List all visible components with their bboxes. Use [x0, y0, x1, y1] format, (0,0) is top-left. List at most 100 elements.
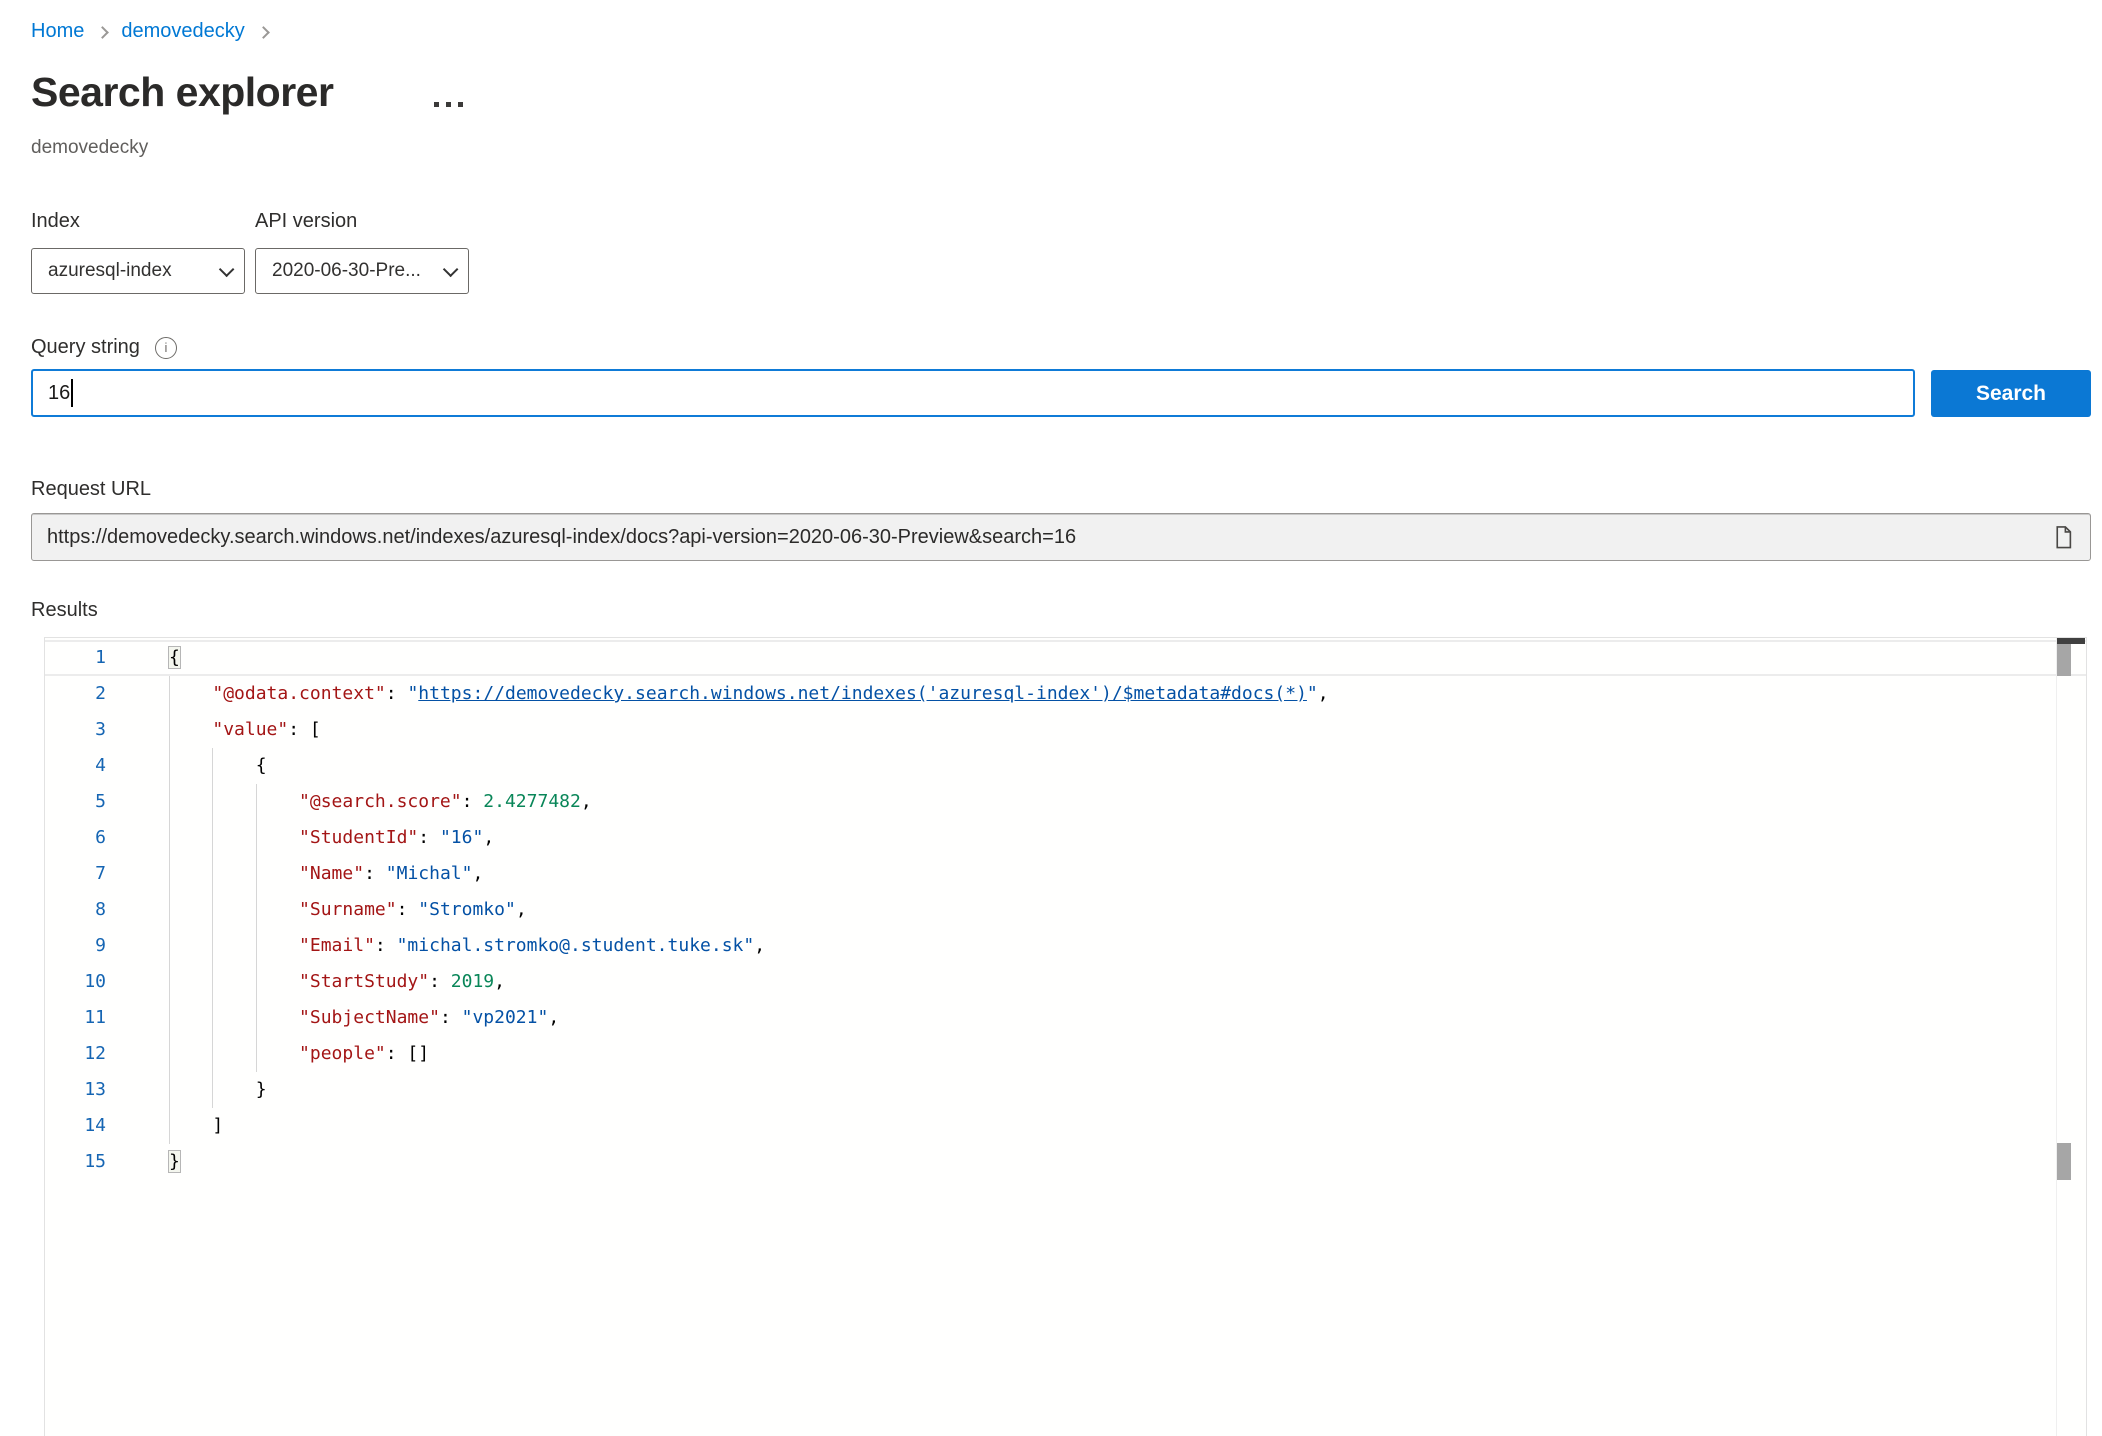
indent-guide: [256, 820, 257, 856]
code-token: "Michal": [386, 863, 473, 884]
code-content: "StudentId": "16",: [106, 820, 2086, 856]
code-line: 14 ]: [45, 1108, 2086, 1144]
code-token: "StartStudy": [299, 971, 429, 992]
indent-guide: [169, 712, 170, 748]
code-content: "StartStudy": 2019,: [106, 964, 2086, 1000]
code-content: }: [106, 1144, 2086, 1180]
code-token: :: [375, 935, 397, 956]
code-line: 7 "Name": "Michal",: [45, 856, 2086, 892]
code-token: "Name": [299, 863, 364, 884]
search-button[interactable]: Search: [1931, 370, 2091, 417]
code-line: 1{: [45, 640, 2086, 676]
query-string-value: 16: [48, 382, 70, 405]
code-content: "@odata.context": "https://demovedecky.s…: [106, 676, 2086, 712]
page-title: Search explorer: [31, 69, 333, 116]
code-token: ": [407, 683, 418, 704]
indent-guide: [169, 820, 170, 856]
indent-guide: [169, 748, 170, 784]
query-string-label: Query string: [31, 336, 140, 359]
code-token: :: [397, 899, 419, 920]
chevron-down-icon: [443, 261, 459, 277]
indent-guide: [212, 856, 213, 892]
code-lines: 1{2 "@odata.context": "https://demovedec…: [45, 638, 2086, 1180]
code-text: "value": [: [169, 719, 321, 740]
line-number: 2: [45, 676, 106, 712]
query-string-input[interactable]: 16: [31, 369, 1915, 417]
code-text: "people": []: [169, 1043, 429, 1064]
text-cursor: [71, 379, 73, 407]
chevron-right-icon: [96, 26, 109, 39]
code-content: "@search.score": 2.4277482,: [106, 784, 2086, 820]
indent-guide: [212, 748, 213, 784]
code-text: ]: [169, 1115, 223, 1136]
code-text: }: [169, 1151, 180, 1172]
code-line: 5 "@search.score": 2.4277482,: [45, 784, 2086, 820]
index-dropdown[interactable]: azuresql-index: [31, 248, 245, 294]
code-line: 11 "SubjectName": "vp2021",: [45, 1000, 2086, 1036]
scrollbar-thumb[interactable]: [2057, 1143, 2071, 1180]
indent-guide: [212, 892, 213, 928]
api-version-label: API version: [255, 210, 357, 233]
indent-guide: [169, 1000, 170, 1036]
results-json-editor[interactable]: 1{2 "@odata.context": "https://demovedec…: [44, 637, 2087, 1436]
code-token: "Surname": [299, 899, 397, 920]
code-token: ,: [494, 971, 505, 992]
indent-guide: [212, 784, 213, 820]
code-token: }: [256, 1079, 267, 1100]
code-text: {: [169, 755, 267, 776]
code-token: ": [1307, 683, 1318, 704]
code-content: "value": [: [106, 712, 2086, 748]
code-text: {: [169, 647, 180, 668]
indent-guide: [212, 1000, 213, 1036]
line-number: 6: [45, 820, 106, 856]
code-token: "16": [440, 827, 483, 848]
code-token: ,: [548, 1007, 559, 1028]
line-number: 15: [45, 1144, 106, 1180]
code-content: "Name": "Michal",: [106, 856, 2086, 892]
indent-guide: [256, 892, 257, 928]
code-token: :: [462, 791, 484, 812]
code-text: }: [169, 1079, 267, 1100]
copy-button[interactable]: [2051, 523, 2076, 552]
results-label: Results: [31, 599, 98, 622]
code-line: 15}: [45, 1144, 2086, 1180]
code-token: :: [364, 863, 386, 884]
code-token: : [: [288, 719, 321, 740]
api-version-dropdown[interactable]: 2020-06-30-Pre...: [255, 248, 469, 294]
request-url-label: Request URL: [31, 478, 151, 501]
code-token: :: [418, 827, 440, 848]
code-token: :: [429, 971, 451, 992]
overview-ruler-border: [2056, 638, 2057, 1436]
info-icon[interactable]: i: [155, 337, 177, 359]
indent-guide: [212, 1036, 213, 1072]
query-string-label-row: Query string i: [31, 336, 177, 359]
code-token: "michal.stromko@.student.tuke.sk": [397, 935, 755, 956]
breadcrumb-home-link[interactable]: Home: [31, 20, 84, 43]
breadcrumb-demovedecky-link[interactable]: demovedecky: [121, 20, 244, 43]
request-url-field[interactable]: https://demovedecky.search.windows.net/i…: [31, 513, 2091, 561]
line-number: 3: [45, 712, 106, 748]
indent-guide: [256, 964, 257, 1000]
code-token: ,: [754, 935, 765, 956]
code-line: 10 "StartStudy": 2019,: [45, 964, 2086, 1000]
line-number: 5: [45, 784, 106, 820]
indent-guide: [169, 1108, 170, 1144]
copy-icon: [2053, 525, 2074, 550]
odata-context-link[interactable]: https://demovedecky.search.windows.net/i…: [418, 683, 1307, 704]
scrollbar-thumb[interactable]: [2057, 644, 2071, 676]
line-number: 12: [45, 1036, 106, 1072]
index-label: Index: [31, 210, 80, 233]
more-options-button[interactable]: [430, 98, 467, 111]
chevron-down-icon: [219, 261, 235, 277]
code-token: 2019: [451, 971, 494, 992]
indent-guide: [169, 676, 170, 712]
indent-guide: [212, 1072, 213, 1108]
indent-guide: [169, 928, 170, 964]
indent-guide: [169, 964, 170, 1000]
line-number: 8: [45, 892, 106, 928]
code-token: "value": [212, 719, 288, 740]
chevron-right-icon: [257, 26, 270, 39]
indent-guide: [212, 820, 213, 856]
code-content: "Email": "michal.stromko@.student.tuke.s…: [106, 928, 2086, 964]
line-number: 13: [45, 1072, 106, 1108]
